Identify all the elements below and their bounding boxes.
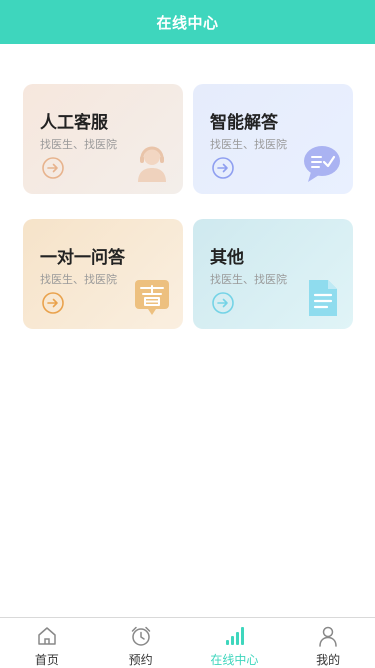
signal-bars-icon: [226, 627, 245, 645]
tab-mine[interactable]: 我的: [281, 618, 375, 668]
headset-agent-icon: [138, 146, 166, 182]
person-icon: [319, 626, 337, 647]
arrow-right-circle-icon[interactable]: [212, 292, 234, 314]
tab-home[interactable]: 首页: [0, 618, 94, 668]
service-card-smart-answer[interactable]: 智能解答 找医生、找医院: [193, 84, 353, 194]
chat-bubble-icon: [304, 146, 340, 182]
arrow-right-circle-icon[interactable]: [42, 292, 64, 314]
page-title: 在线中心: [156, 13, 219, 32]
top-header: 在线中心: [0, 0, 375, 44]
service-card-one-on-one[interactable]: 一对一问答 找医生、找医院: [23, 219, 183, 329]
card-title: 其他: [210, 248, 244, 268]
service-card-human-agent[interactable]: 人工客服 找医生、找医院: [23, 84, 183, 194]
card-title: 智能解答: [210, 113, 278, 133]
card-subtitle: 找医生、找医院: [210, 273, 287, 286]
home-icon: [38, 627, 56, 645]
tab-online-center[interactable]: 在线中心: [188, 618, 282, 668]
tab-appointment[interactable]: 预约: [94, 618, 188, 668]
tab-label: 首页: [34, 653, 59, 667]
card-title: 人工客服: [40, 113, 108, 133]
bottom-tab-bar: 首页 预约 在线中心 我的: [0, 617, 375, 668]
card-title: 一对一问答: [40, 248, 125, 268]
alarm-clock-icon: [131, 626, 150, 646]
tab-label: 在线中心: [210, 653, 259, 667]
card-subtitle: 找医生、找医院: [210, 138, 287, 151]
answer-badge-icon: [135, 280, 169, 315]
card-subtitle: 找医生、找医院: [40, 273, 117, 286]
tab-label: 我的: [316, 653, 341, 667]
card-subtitle: 找医生、找医院: [40, 138, 117, 151]
service-card-other[interactable]: 其他 找医生、找医院: [193, 219, 353, 329]
arrow-right-circle-icon[interactable]: [42, 157, 64, 179]
document-icon: [309, 280, 337, 316]
tab-label: 预约: [128, 653, 153, 667]
arrow-right-circle-icon[interactable]: [212, 157, 234, 179]
